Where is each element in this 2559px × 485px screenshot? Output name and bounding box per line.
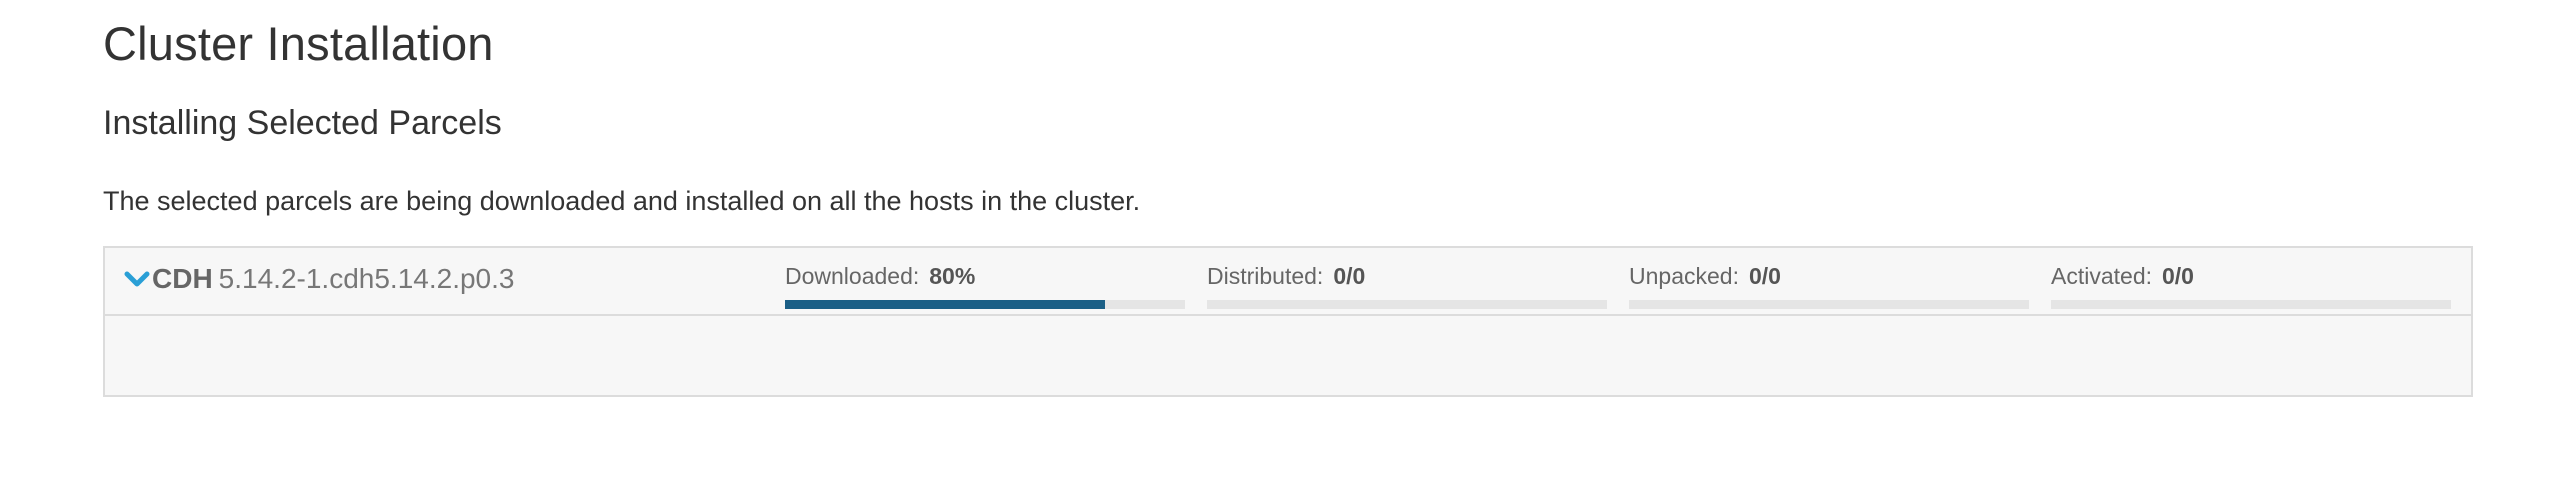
- stage-activated-label: Activated:: [2051, 263, 2152, 289]
- stage-downloaded: Downloaded: 80%: [785, 262, 1185, 309]
- stage-unpacked-label: Unpacked:: [1629, 263, 1739, 289]
- page-title: Cluster Installation: [103, 17, 494, 70]
- downloaded-progress-bar: [785, 300, 1185, 309]
- stage-unpacked: Unpacked: 0/0: [1629, 262, 2029, 309]
- stage-distributed-label: Distributed:: [1207, 263, 1324, 289]
- stage-distributed: Distributed: 0/0: [1207, 262, 1607, 309]
- activated-progress-bar: [2051, 300, 2451, 309]
- distributed-progress-bar: [1207, 300, 1607, 309]
- parcel-details-area: [105, 316, 2471, 395]
- parcel-header: CDH 5.14.2-1.cdh5.14.2.p0.3 Downloaded: 80…: [105, 248, 2471, 316]
- stage-distributed-value: 0/0: [1333, 263, 1366, 289]
- stage-downloaded-label: Downloaded:: [785, 263, 920, 289]
- section-title: Installing Selected Parcels: [103, 104, 502, 142]
- stage-unpacked-value: 0/0: [1748, 263, 1781, 289]
- downloaded-progress-fill: [785, 300, 1105, 309]
- stage-activated-value: 0/0: [2162, 263, 2194, 289]
- parcel-panel: CDH 5.14.2-1.cdh5.14.2.p0.3 Downloaded: 80…: [103, 246, 2473, 397]
- chevron-down-icon[interactable]: [119, 262, 155, 298]
- stage-downloaded-value: 80%: [929, 263, 976, 289]
- parcel-product: CDH: [152, 263, 213, 294]
- unpacked-progress-bar: [1629, 300, 2029, 309]
- stage-activated: Activated: 0/0: [2051, 262, 2451, 309]
- parcel-name[interactable]: CDH 5.14.2-1.cdh5.14.2.p0.3: [152, 263, 514, 295]
- cluster-installation-page: Cluster Installation Installing Selected…: [0, 0, 2559, 485]
- page-description: The selected parcels are being downloade…: [103, 186, 1141, 216]
- parcel-version: 5.14.2-1.cdh5.14.2.p0.3: [218, 263, 515, 294]
